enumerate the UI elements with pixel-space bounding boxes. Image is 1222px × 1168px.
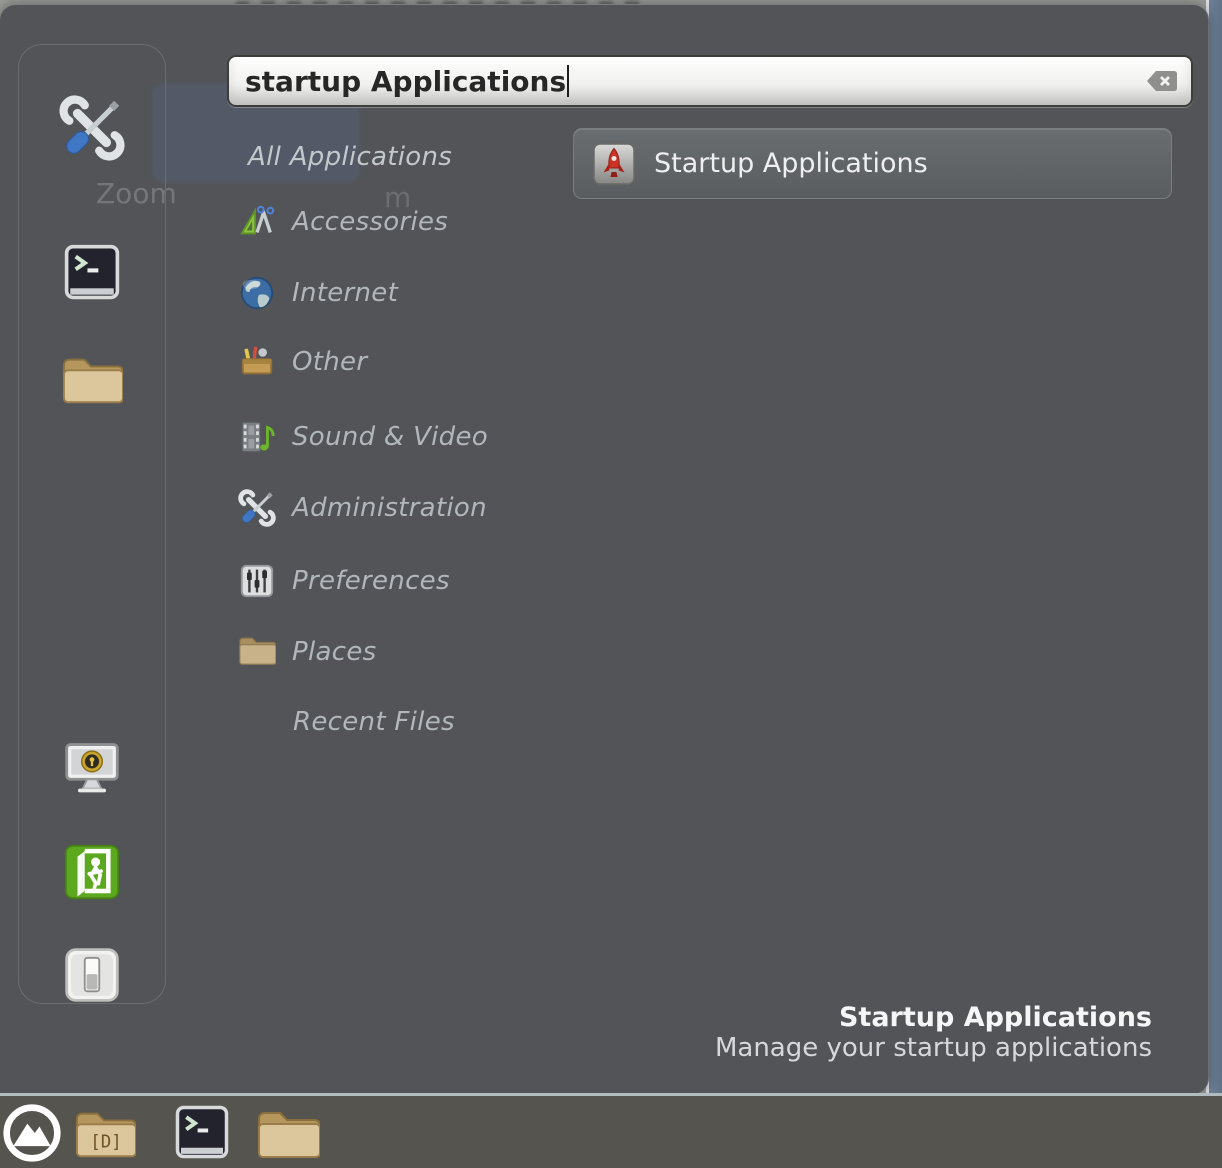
category-other[interactable]: Other xyxy=(238,326,367,398)
category-label: Recent Files xyxy=(293,707,455,737)
folder-emblem: [D] xyxy=(90,1133,121,1153)
desktop-folder-button[interactable]: [D] xyxy=(74,1105,136,1161)
startup-rocket-icon xyxy=(592,142,636,186)
terminal-button[interactable] xyxy=(63,243,121,301)
category-recent-files[interactable]: Recent Files xyxy=(293,686,455,758)
terminal-icon xyxy=(174,1104,230,1160)
selected-app-info: Startup Applications Manage your startup… xyxy=(715,1002,1152,1064)
category-label: Accessories xyxy=(292,207,448,237)
search-input[interactable]: startup Applications xyxy=(227,55,1193,107)
result-startup-applications[interactable]: Startup Applications xyxy=(573,128,1172,199)
lock-screen-icon xyxy=(62,738,122,798)
text-caret xyxy=(567,65,569,97)
taskbar-terminal-button[interactable] xyxy=(174,1104,230,1160)
category-label: Preferences xyxy=(292,566,450,596)
power-switch-icon xyxy=(63,946,121,1004)
terminal-icon xyxy=(63,243,121,301)
wrench-screwdriver-icon xyxy=(59,95,125,161)
files-button[interactable] xyxy=(61,351,123,407)
administration-tools-icon xyxy=(238,489,276,527)
category-administration[interactable]: Administration xyxy=(238,472,487,544)
category-sound-video[interactable]: Sound & Video xyxy=(238,401,488,473)
category-places[interactable]: Places xyxy=(238,616,376,688)
category-label: All Applications xyxy=(248,142,452,172)
internet-globe-icon xyxy=(238,274,276,312)
result-label: Startup Applications xyxy=(654,148,928,179)
preferences-sliders-icon xyxy=(238,562,276,600)
category-preferences[interactable]: Preferences xyxy=(238,545,450,617)
folder-d-icon: [D] xyxy=(74,1105,136,1161)
lock-screen-button[interactable] xyxy=(62,738,122,798)
category-accessories[interactable]: Accessories xyxy=(238,186,448,258)
taskbar: [D] xyxy=(0,1093,1222,1168)
folder-icon xyxy=(256,1105,320,1161)
system-tools-button[interactable] xyxy=(59,95,125,161)
menu-button[interactable] xyxy=(2,1103,62,1163)
logout-button[interactable] xyxy=(63,843,121,901)
sound-video-icon xyxy=(238,418,276,456)
category-label: Places xyxy=(292,637,376,667)
file-manager-button[interactable] xyxy=(256,1105,320,1161)
shutdown-button[interactable] xyxy=(63,946,121,1004)
logout-exit-icon xyxy=(63,843,121,901)
desktop: Zoom m xyxy=(0,0,1222,1168)
selected-app-title: Startup Applications xyxy=(715,1002,1152,1033)
mint-mountain-logo xyxy=(2,1103,62,1163)
toolbox-icon xyxy=(238,343,276,381)
category-label: Internet xyxy=(292,278,398,308)
category-label: Other xyxy=(292,347,367,377)
category-label: Sound & Video xyxy=(292,422,488,452)
clear-search-icon[interactable] xyxy=(1145,69,1179,93)
category-all-applications[interactable]: All Applications xyxy=(248,121,452,193)
folder-icon xyxy=(61,351,123,407)
search-value: startup Applications xyxy=(245,65,566,98)
category-internet[interactable]: Internet xyxy=(238,257,398,329)
places-folder-icon xyxy=(238,633,276,671)
favorites-sidebar xyxy=(18,44,166,1004)
accessories-icon xyxy=(238,203,276,241)
category-label: Administration xyxy=(292,493,487,523)
selected-app-description: Manage your startup applications xyxy=(715,1033,1152,1064)
